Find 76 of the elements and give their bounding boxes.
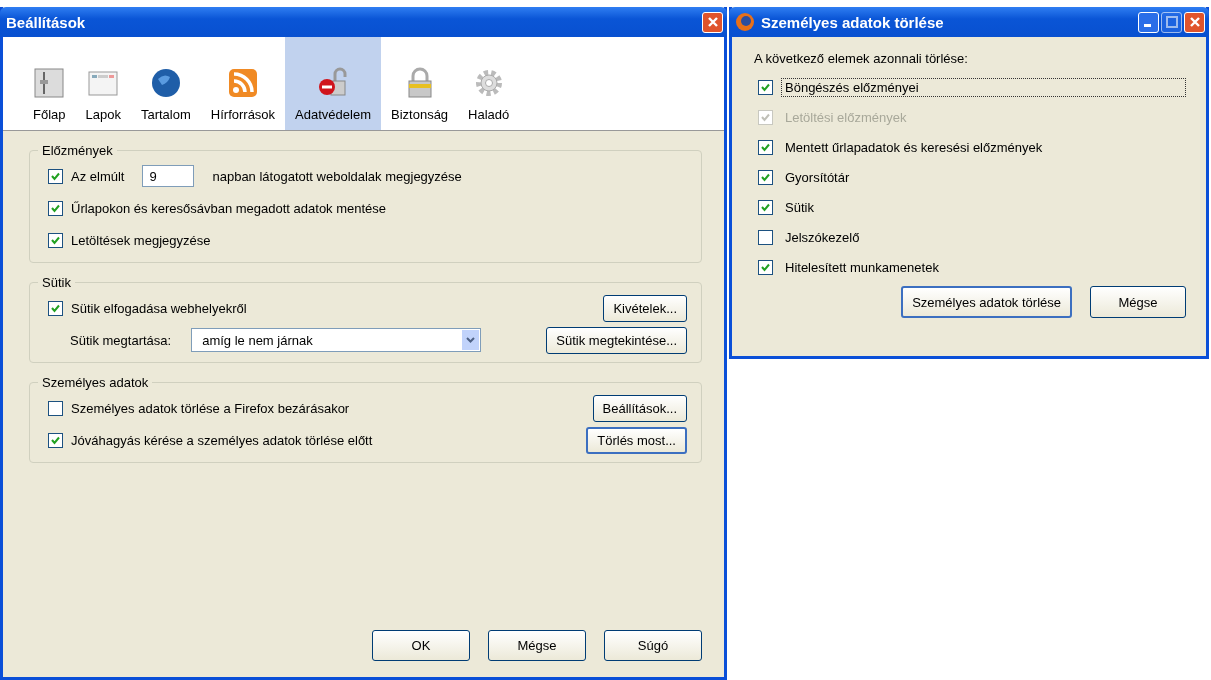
slider-panel-icon [33,67,66,99]
instruction-text: A következő elemek azonnali törlése: [754,51,969,66]
globe-icon [149,67,182,99]
close-button[interactable] [1184,11,1205,33]
checkbox-label: Mentett űrlapadatok és keresési előzmények [784,138,1044,157]
checkbox[interactable] [758,259,773,275]
checkmark-icon [51,303,60,313]
button[interactable]: OK [372,630,470,661]
checkbox[interactable] [48,200,63,216]
checkbox-label: Jóváhagyás kérése a személyes adatok törlése előtt [71,432,374,448]
checkmark-icon [761,262,770,272]
tab[interactable]: Főlap [23,37,76,130]
button[interactable]: Kivételek... [603,294,687,322]
checkmark-icon [761,112,770,122]
checkbox-label: Személyes adatok törlése a Firefox bezárásakor [71,400,351,416]
checkbox[interactable] [48,232,63,248]
tab[interactable]: Hírforrások [200,37,286,130]
group-title: Előzmények [41,143,114,158]
checkbox[interactable] [48,168,63,184]
days-input-field[interactable]: 9 [142,165,195,187]
maximize-button[interactable] [1161,11,1182,33]
fox-globe-icon [735,12,755,32]
button[interactable]: Súgó [604,630,702,661]
tab[interactable]: Tartalom [130,37,201,130]
checkbox-label: Az elmúlt [71,168,125,184]
unlocked-padlock-icon [317,67,350,99]
checkmark-icon [51,235,60,245]
checkmark-icon [51,203,60,213]
window-title: Személyes adatok törlése [761,13,945,31]
checkbox[interactable] [758,199,773,215]
checkmark-icon [51,171,60,181]
tab[interactable]: Lapok [75,37,131,130]
checkbox[interactable] [758,79,773,95]
button[interactable]: Sütik megtekintése... [546,326,687,354]
checkbox[interactable] [48,300,63,316]
checkmark-icon [761,172,770,182]
close-icon [1188,16,1201,28]
minimize-button[interactable] [1138,11,1159,33]
label: napban látogatott weboldalak megjegyzése [212,168,462,184]
dropdown[interactable]: amíg le nem járnak [191,328,482,352]
button[interactable]: Személyes adatok törlése [901,286,1072,318]
checkmark-icon [51,435,60,445]
checkbox[interactable] [758,229,773,245]
checkbox[interactable] [758,139,773,155]
checkbox[interactable] [758,169,773,185]
minimize-icon [1143,24,1151,27]
checkbox-label: Letöltési előzmények [784,108,908,127]
checkbox-label: Sütik [784,198,815,217]
button[interactable]: Törlés most... [586,426,687,454]
checkbox[interactable] [48,400,63,416]
checkbox-label: Sütik elfogadása webhelyekről [71,300,248,316]
button[interactable]: Mégse [1090,286,1186,318]
label: Sütik megtartása: [70,332,172,348]
feed-icon [226,67,259,99]
checkbox-label: Gyorsítótár [784,168,851,187]
tab[interactable]: Adatvédelem [285,37,381,130]
checkmark-icon [761,142,770,152]
checkbox-label: Űrlapokon és keresősávban megadott adatok mentése [71,200,388,216]
tab[interactable]: Haladó [458,37,520,130]
checkmark-icon [761,202,770,212]
checkbox-label: Hitelesített munkamenetek [784,258,940,277]
maximize-icon [1165,16,1178,28]
group-title: Személyes adatok [41,375,150,390]
button[interactable]: Beállítások... [592,394,687,422]
checkmark-icon [761,82,770,92]
tab[interactable]: Biztonság [381,37,459,130]
close-icon [706,16,719,28]
checkbox-label: Jelszókezelő [784,228,861,247]
checkbox-label: Böngészés előzményei [781,77,1186,97]
checkbox[interactable] [48,432,63,448]
chevron-down-icon [466,337,476,343]
close-button[interactable] [702,11,723,33]
checkbox-label: Letöltések megjegyzése [71,232,212,248]
window-title: Beállítások [6,13,87,31]
button[interactable]: Mégse [488,630,586,661]
group-title: Sütik [41,275,72,290]
